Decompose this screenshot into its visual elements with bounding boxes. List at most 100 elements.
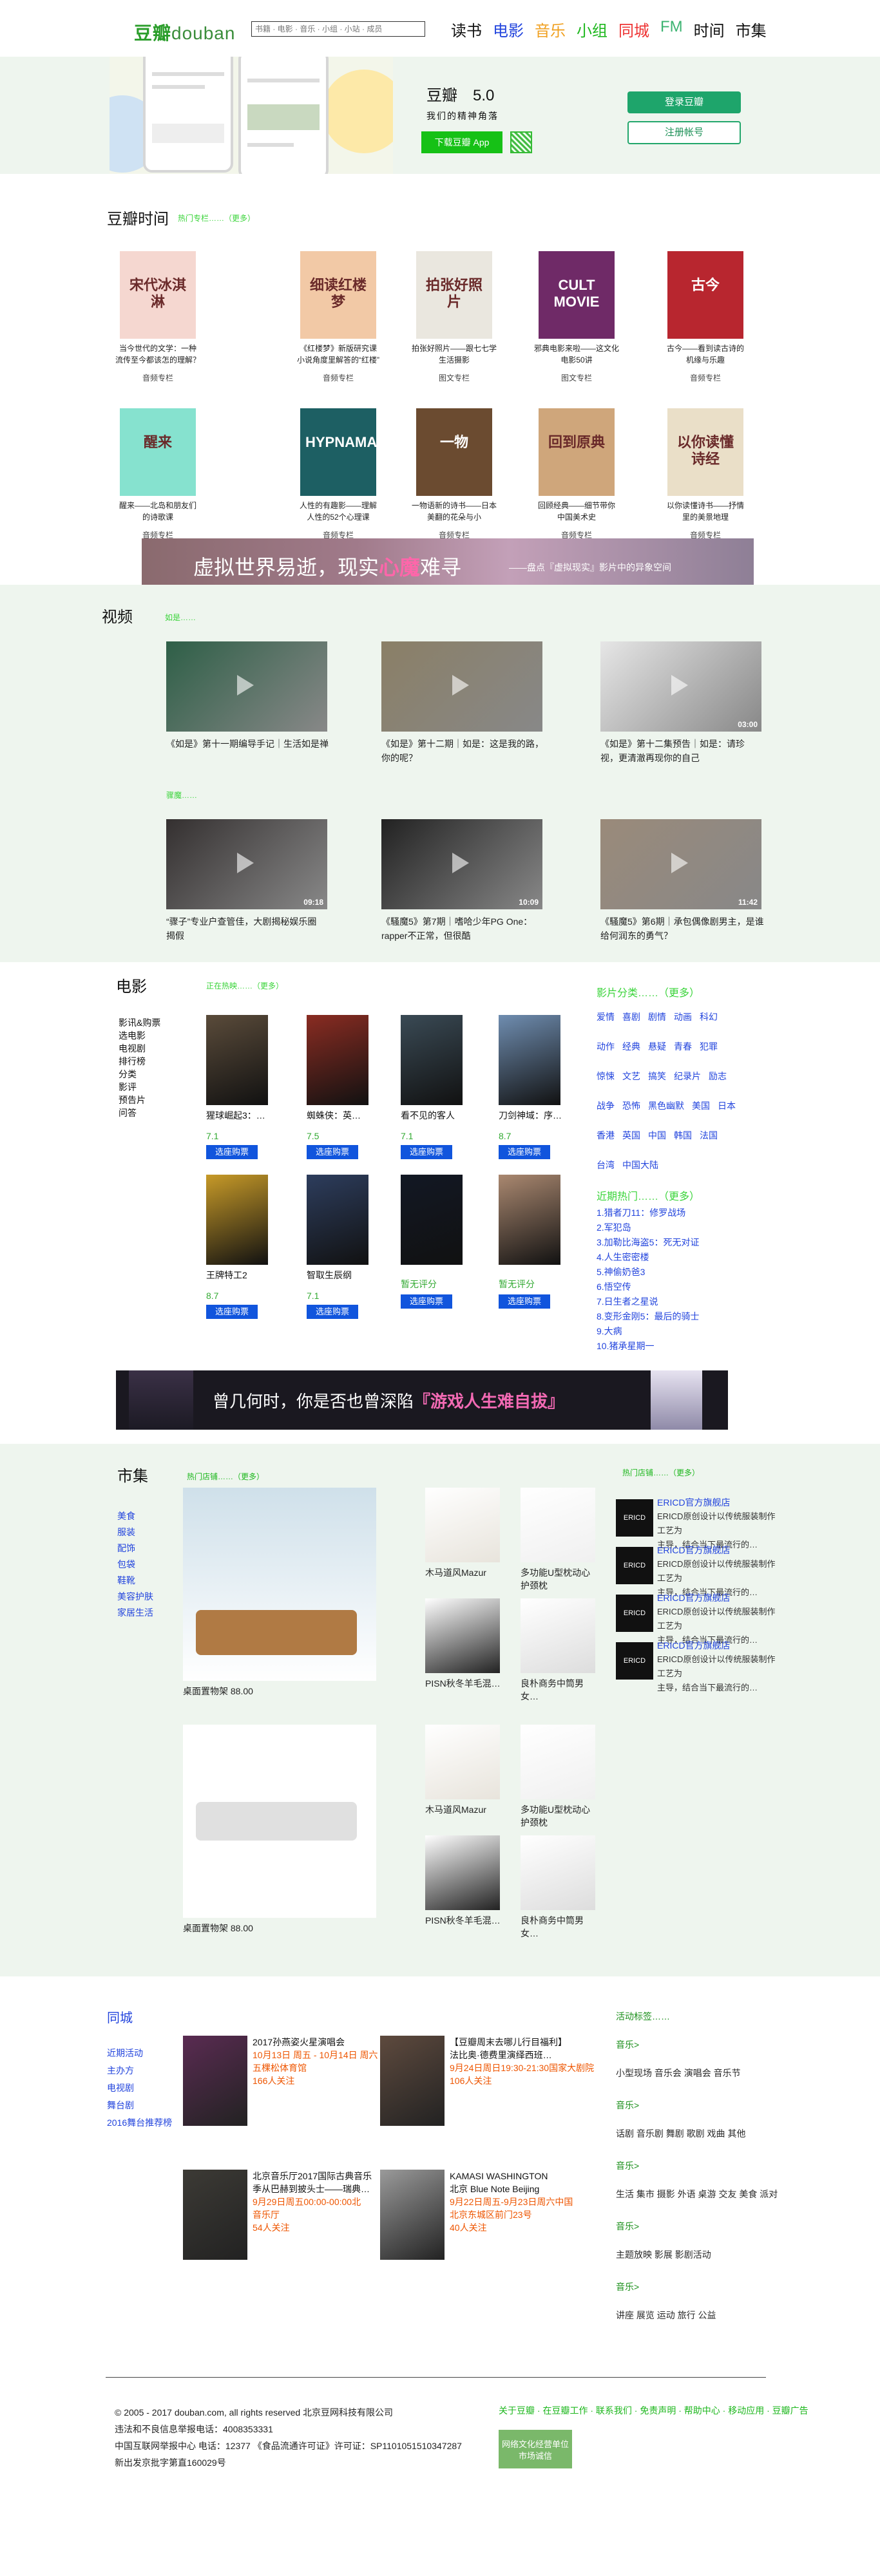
column-card[interactable]: 醒来 醒来——北岛和朋友们 的诗歌课 音频专栏 <box>110 408 206 540</box>
city-menu-item[interactable]: 2016舞台推荐榜 <box>107 2114 172 2132</box>
event-card[interactable]: 北京音乐厅2017国际古典音乐 季从巴赫到披头士——瑞典… 9月29日周五00:00… <box>183 2170 402 2273</box>
category-link[interactable]: 香港 <box>597 1129 615 1142</box>
category-link[interactable]: 剧情 <box>648 1010 666 1023</box>
column-caption[interactable]: 一物语新的诗书——日本 美翻的花朵与小 <box>406 500 502 523</box>
market-menu-item[interactable]: 美食 <box>117 1508 153 1524</box>
buy-ticket-button[interactable]: 选座购票 <box>307 1145 358 1159</box>
market-menu-item[interactable]: 美容护肤 <box>117 1589 153 1605</box>
movie-name[interactable]: 智取生辰纲 <box>307 1269 384 1282</box>
column-caption[interactable]: 邪典电影来啦——这文化 电影50讲 <box>528 343 625 366</box>
movie-card[interactable]: 王牌特工2 8.7 选座购票 <box>206 1175 283 1319</box>
category-title[interactable]: 影片分类……（更多） <box>597 984 700 999</box>
section-more-link[interactable]: 热门店铺……（更多） <box>187 1471 264 1482</box>
shop-logo[interactable]: ERICD <box>616 1499 653 1537</box>
column-caption[interactable]: 古今——看到读古诗的 机缘与乐趣 <box>657 343 754 366</box>
column-cover[interactable]: 一物 <box>416 408 492 496</box>
product-image[interactable] <box>425 1488 500 1562</box>
product-card[interactable]: PISN秋冬羊毛混… <box>425 1598 502 1690</box>
nav-item-5[interactable]: FM <box>660 18 683 41</box>
product-card[interactable]: 良朴商务中筒男女… <box>521 1835 598 1940</box>
tag-list[interactable]: 主题放映 影展 影剧活动 <box>616 2248 778 2261</box>
video-thumbnail[interactable] <box>381 641 542 732</box>
movie-menu-item[interactable]: 选电影 <box>119 1029 160 1042</box>
video-title[interactable]: 《如是》第十二期｜如是：这是我的路， 你的呢？ <box>381 737 549 765</box>
column-cover[interactable]: 宋代冰淇淋 <box>120 251 196 339</box>
category-link[interactable]: 悬疑 <box>648 1040 666 1053</box>
event-card[interactable]: KAMASI WASHINGTON 北京 Blue Note Beijing 9月2… <box>380 2170 599 2273</box>
video-title[interactable]: 《騷魔5》第6期｜承包偶像剧男主，是谁 给何润东的勇气？ <box>600 914 768 943</box>
column-card[interactable]: 以你读懂诗经 以你读懂诗书——抒情 里的美景地理 音频专栏 <box>657 408 754 540</box>
tag-list[interactable]: 生活 集市 摄影 外语 桌游 交友 美食 派对 <box>616 2188 778 2201</box>
product-card[interactable]: 良朴商务中筒男女… <box>521 1598 598 1703</box>
video-title[interactable]: 《騷魔5》第7期｜嗜哈少年PG One： rapper不正常，但很酷 <box>381 914 549 943</box>
category-link[interactable]: 法国 <box>700 1129 718 1142</box>
product-image[interactable] <box>521 1598 595 1673</box>
movie-menu-item[interactable]: 问答 <box>119 1106 160 1119</box>
hot-movie-item[interactable]: 2.军犯岛 <box>597 1220 699 1235</box>
column-card[interactable]: 一物 一物语新的诗书——日本 美翻的花朵与小 音频专栏 <box>406 408 502 540</box>
category-link[interactable]: 英国 <box>622 1129 640 1142</box>
movie-card[interactable]: 看不见的客人 7.1 选座购票 <box>401 1015 478 1159</box>
product-name[interactable]: 良朴商务中筒男女… <box>521 1677 598 1703</box>
column-caption[interactable]: 拍张好照片——跟七七学 生活摄影 <box>406 343 502 366</box>
credit-badge[interactable]: 网络文化经营单位 市场诚信 <box>499 2430 572 2468</box>
market-menu-item[interactable]: 家居生活 <box>117 1605 153 1621</box>
product-card[interactable]: 多功能U型枕动心护颈枕 <box>521 1488 598 1592</box>
product-name[interactable]: PISN秋冬羊毛混… <box>425 1914 502 1927</box>
column-card[interactable]: 古今 古今——看到读古诗的 机缘与乐趣 音频专栏 <box>657 251 754 383</box>
product-card-large[interactable]: 桌面置物架 88.00 <box>183 1488 376 1698</box>
movie-menu-item[interactable]: 影讯&购票 <box>119 1016 160 1029</box>
category-link[interactable]: 战争 <box>597 1099 615 1112</box>
movie-poster[interactable] <box>307 1175 368 1265</box>
nav-item-2[interactable]: 音乐 <box>535 18 566 41</box>
product-image[interactable] <box>521 1725 595 1799</box>
category-link[interactable]: 惊悚 <box>597 1070 615 1083</box>
shop-name[interactable]: ERICD官方旗舰店 <box>657 1495 777 1510</box>
category-link[interactable]: 犯罪 <box>700 1040 718 1053</box>
shop-logo[interactable]: ERICD <box>616 1595 653 1632</box>
event-title[interactable]: 【豆瓣周末去哪儿行目福利】 <box>450 2036 594 2049</box>
footer-links[interactable]: 关于豆瓣 · 在豆瓣工作 · 联系我们 · 免责声明 · 帮助中心 · 移动应用… <box>499 2404 808 2417</box>
douban-logo[interactable]: 豆瓣douban <box>134 19 235 45</box>
video-title[interactable]: 《如是》第十一期编导手记｜生活如是禅 <box>166 737 334 751</box>
tag-group-title[interactable]: 音乐> <box>616 2099 778 2112</box>
video-card[interactable]: 09:18 “骤子”专业户查管佳，大剧揭秘娱乐圈 揭假 <box>166 819 334 943</box>
column-cover[interactable]: 回到原典 <box>539 408 615 496</box>
shop-logo[interactable]: ERICD <box>616 1547 653 1584</box>
market-menu-item[interactable]: 鞋靴 <box>117 1573 153 1589</box>
category-link[interactable]: 动画 <box>674 1010 692 1023</box>
movie-menu-item[interactable]: 电视剧 <box>119 1042 160 1055</box>
category-link[interactable]: 喜剧 <box>622 1010 640 1023</box>
video-thumbnail[interactable] <box>166 641 327 732</box>
market-menu-item[interactable]: 服装 <box>117 1524 153 1540</box>
video-thumbnail[interactable]: 11:42 <box>600 819 761 909</box>
product-name[interactable]: 良朴商务中筒男女… <box>521 1914 598 1940</box>
hot-movie-item[interactable]: 1.猎者刀11：修罗战场 <box>597 1206 699 1220</box>
movie-name[interactable]: 王牌特工2 <box>206 1269 283 1282</box>
section-more-link[interactable]: 正在热映……（更多） <box>206 980 283 991</box>
product-card[interactable]: 木马道风Mazur <box>425 1488 502 1579</box>
category-link[interactable]: 爱情 <box>597 1010 615 1023</box>
event-poster[interactable] <box>380 2036 445 2126</box>
column-caption[interactable]: 《红楼梦》新版研究课 小说角度里解答的“红楼” <box>290 343 387 366</box>
event-poster[interactable] <box>380 2170 445 2260</box>
column-card[interactable]: 拍张好照片 拍张好照片——跟七七学 生活摄影 图文专栏 <box>406 251 502 383</box>
column-caption[interactable]: 以你读懂诗书——抒情 里的美景地理 <box>657 500 754 523</box>
event-title[interactable]: KAMASI WASHINGTON <box>450 2170 573 2183</box>
category-link[interactable]: 科幻 <box>700 1010 718 1023</box>
hot-movie-item[interactable]: 9.大病 <box>597 1324 699 1339</box>
category-link[interactable]: 搞笑 <box>648 1070 666 1083</box>
column-caption[interactable]: 回顾经典——细节带你 中国美术史 <box>528 500 625 523</box>
product-image[interactable] <box>425 1725 500 1799</box>
column-caption[interactable]: 醒来——北岛和朋友们 的诗歌课 <box>110 500 206 523</box>
movie-menu-item[interactable]: 影评 <box>119 1081 160 1094</box>
product-image[interactable] <box>521 1488 595 1562</box>
buy-ticket-button[interactable]: 选座购票 <box>307 1305 358 1319</box>
category-link[interactable]: 日本 <box>718 1099 736 1112</box>
hot-movie-item[interactable]: 7.日生者之星说 <box>597 1294 699 1309</box>
movie-name[interactable]: 看不见的客人 <box>401 1109 478 1122</box>
column-cover[interactable]: 以你读懂诗经 <box>667 408 743 496</box>
category-link[interactable]: 文艺 <box>622 1070 640 1083</box>
product-image[interactable] <box>183 1488 376 1681</box>
movie-poster[interactable] <box>401 1175 463 1265</box>
